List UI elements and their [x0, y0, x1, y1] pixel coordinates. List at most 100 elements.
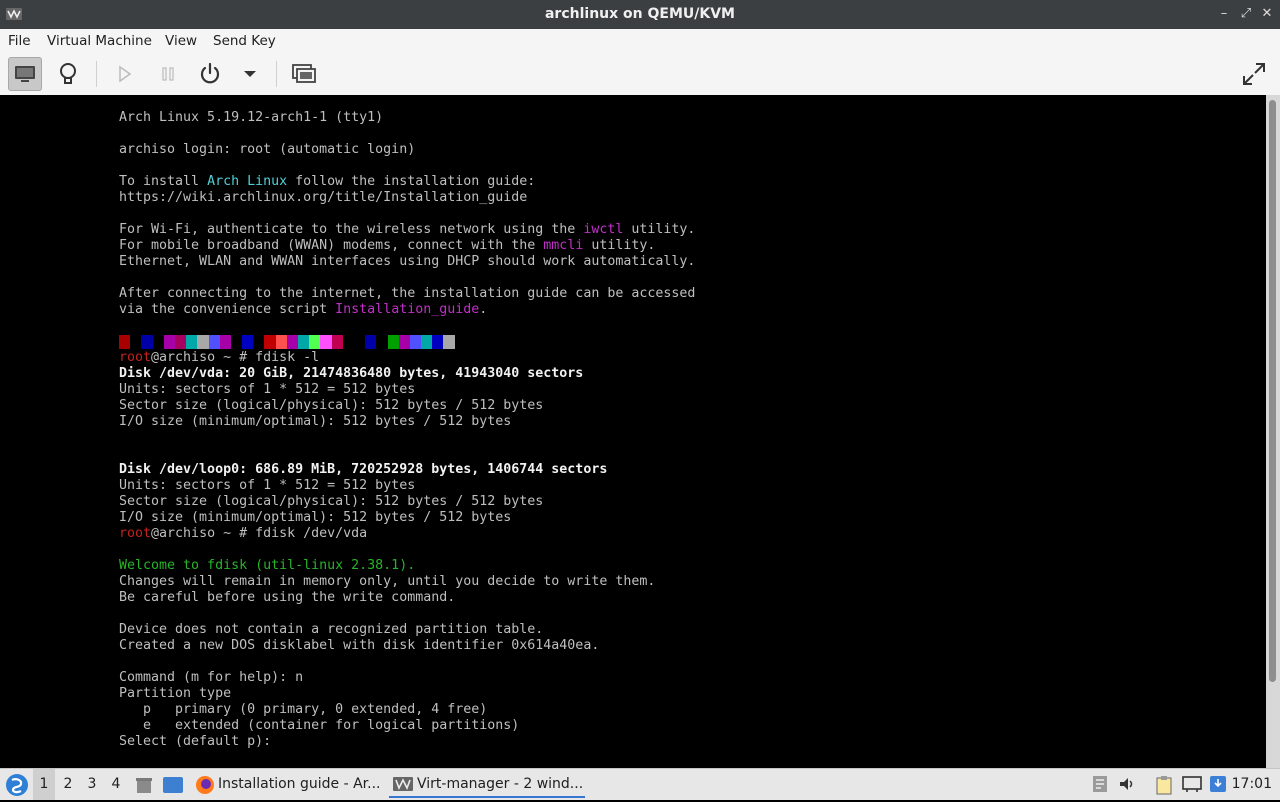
color-test-block: [376, 335, 388, 349]
color-test-block: [398, 335, 410, 349]
terminal-line: Welcome to fdisk (util-linux 2.38.1).: [119, 558, 695, 574]
color-test-block: [208, 335, 220, 349]
workspace-1[interactable]: 1: [33, 769, 55, 800]
color-test-block: [242, 335, 254, 349]
color-test-block: [387, 335, 399, 349]
terminal-text-segment: For mobile broadband (WWAN) modems, conn…: [119, 238, 544, 253]
terminal-text-segment: utility.: [583, 238, 656, 253]
window-titlebar[interactable]: archlinux on QEMU/KVM – ⤢ ✕: [0, 0, 1280, 29]
details-view-button[interactable]: [51, 57, 85, 91]
fullscreen-icon: [1243, 63, 1265, 85]
console-view-button[interactable]: [8, 57, 42, 91]
task-virt-manager[interactable]: Virt-manager - 2 wind...: [389, 771, 585, 798]
terminal-line: Sector size (logical/physical): 512 byte…: [119, 398, 544, 413]
tray-clipboard[interactable]: [1155, 775, 1173, 795]
menu-virtual-machine[interactable]: Virtual Machine: [47, 29, 152, 53]
menu-file[interactable]: File: [8, 29, 31, 53]
snapshots-button[interactable]: [287, 57, 321, 91]
console-scrollbar[interactable]: [1266, 95, 1280, 768]
color-test-block: [353, 335, 366, 349]
color-test-block: [130, 335, 142, 349]
updates-icon: [1210, 776, 1226, 792]
menu-send-key[interactable]: Send Key: [213, 29, 276, 53]
color-test-block: [230, 335, 243, 349]
file-manager-launcher[interactable]: [134, 775, 154, 799]
terminal-line: Select (default p):: [119, 734, 280, 749]
fullscreen-button[interactable]: [1237, 57, 1271, 91]
volume-icon: [1120, 778, 1133, 790]
color-test-block: [286, 335, 298, 349]
terminal-line: To install Arch Linux follow the install…: [119, 174, 695, 190]
terminal-text-segment: root: [119, 526, 152, 541]
color-test-block: [421, 335, 433, 349]
task-firefox[interactable]: Installation guide - Ar...: [192, 771, 382, 798]
terminal-output: Arch Linux 5.19.12-arch1-1 (tty1) archis…: [119, 110, 695, 750]
clipboard-icon: [1156, 776, 1172, 795]
workspace-2[interactable]: 2: [57, 769, 79, 800]
menu-view[interactable]: View: [165, 29, 197, 53]
terminal-text-segment: @archiso ~ # fdisk /dev/vda: [151, 526, 368, 541]
tray-network[interactable]: [1182, 775, 1202, 793]
terminal-text-segment: To install: [119, 174, 208, 189]
terminal-text-segment: Welcome to fdisk (util-linux 2.38.1).: [119, 558, 416, 573]
color-test-block: [365, 335, 377, 349]
color-test-block: [253, 335, 265, 349]
terminal-line: Disk /dev/loop0: 686.89 MiB, 720252928 b…: [119, 462, 695, 478]
terminal-text-segment: mmcli: [543, 238, 584, 253]
terminal-text-segment: iwctl: [583, 222, 624, 237]
toolbar-separator: [276, 61, 277, 87]
terminal-text-segment: Arch Linux: [207, 174, 288, 189]
color-test-block: [409, 335, 422, 349]
workspace-4[interactable]: 4: [105, 769, 127, 800]
show-desktop-button[interactable]: [162, 775, 184, 799]
terminal-line: Units: sectors of 1 * 512 = 512 bytes: [119, 382, 416, 397]
taskbar: 1 2 3 4 Installation guide - Ar... Virt-…: [0, 768, 1280, 800]
color-test-block: [163, 335, 175, 349]
terminal-line: [119, 334, 695, 350]
color-test-block: [309, 335, 321, 349]
desktop-icon: [163, 777, 183, 793]
shutdown-button[interactable]: [193, 57, 227, 91]
terminal-line: Ethernet, WLAN and WWAN interfaces using…: [119, 254, 696, 269]
maximize-button[interactable]: ⤢: [1238, 6, 1254, 22]
application-menu-button[interactable]: [4, 772, 30, 798]
terminal-text-segment: utility.: [623, 222, 696, 237]
tray-notes[interactable]: [1091, 775, 1109, 793]
close-button[interactable]: ✕: [1259, 6, 1275, 22]
terminal-line: I/O size (minimum/optimal): 512 bytes / …: [119, 510, 512, 525]
terminal-line: Changes will remain in memory only, unti…: [119, 574, 656, 589]
tray-updates[interactable]: [1209, 775, 1227, 793]
firefox-icon: [196, 776, 214, 794]
terminal-line: Be careful before using the write comman…: [119, 590, 456, 605]
color-test-block: [119, 335, 131, 349]
toolbar-separator: [96, 61, 97, 87]
terminal-text-segment: follow the installation guide:: [287, 174, 536, 189]
terminal-line: Partition type: [119, 686, 232, 701]
pause-icon: [162, 67, 174, 81]
virt-manager-icon: [393, 777, 413, 791]
taskbar-clock[interactable]: 17:01: [1232, 769, 1272, 800]
color-test-block: [443, 335, 455, 349]
play-icon: [119, 65, 132, 83]
terminal-line: https://wiki.archlinux.org/title/Install…: [119, 190, 528, 205]
color-test-block: [152, 335, 164, 349]
terminal-text-segment: via the convenience script: [119, 302, 336, 317]
terminal-line: root@archiso ~ # fdisk -l: [119, 350, 695, 366]
terminal-line: After connecting to the internet, the in…: [119, 286, 696, 301]
run-button[interactable]: [107, 57, 141, 91]
minimize-button[interactable]: –: [1216, 6, 1232, 22]
shutdown-menu-button[interactable]: [233, 57, 267, 91]
scrollbar-thumb[interactable]: [1269, 100, 1276, 682]
snapshots-icon: [292, 64, 316, 83]
tray-volume[interactable]: [1118, 775, 1136, 793]
pause-button[interactable]: [151, 57, 185, 91]
workspace-3[interactable]: 3: [81, 769, 103, 800]
color-test-block: [197, 335, 209, 349]
